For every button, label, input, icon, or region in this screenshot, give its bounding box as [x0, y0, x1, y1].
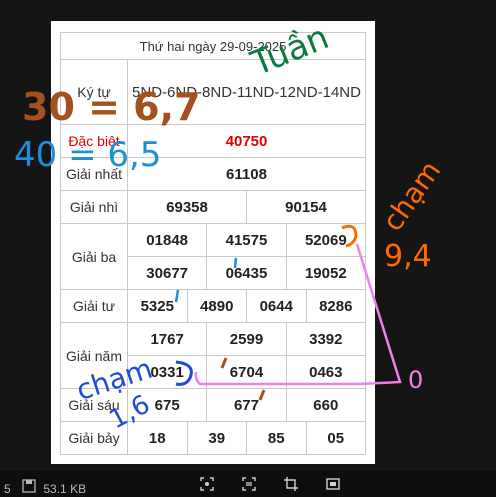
brown-tick-mark — [258, 389, 266, 401]
blue-tick-mark — [233, 257, 238, 269]
handwriting-blue-note: 40 = 6,5 — [14, 135, 161, 175]
file-size: 53.1 KB — [43, 482, 87, 496]
status-number: 5 — [4, 482, 11, 496]
handwriting-orange-nums: 9,4 — [384, 239, 432, 274]
handwriting-tuan: Tuần — [245, 17, 335, 84]
viewer-status-bar: 5 53.1 KB — [0, 471, 496, 497]
screenshot-icon[interactable] — [200, 477, 214, 494]
copy-icon[interactable] — [242, 477, 256, 494]
save-icon[interactable] — [22, 479, 39, 496]
orange-bracket-mark — [341, 224, 358, 248]
handwriting-overlay: Tuần 30 = 6,7 40 = 6,5 chạm 9,4 0 chạm 1… — [14, 17, 448, 435]
fullscreen-icon[interactable] — [326, 477, 340, 494]
crop-icon[interactable] — [284, 477, 298, 494]
pink-connector-line — [194, 243, 402, 386]
status-actions — [200, 477, 340, 494]
handwriting-orange-cham: chạm — [376, 155, 448, 237]
status-left: 5 53.1 KB — [4, 479, 86, 496]
handwriting-brown-note: 30 = 6,7 — [22, 85, 201, 129]
handwriting-pink-zero: 0 — [408, 366, 423, 394]
brown-tick-mark — [220, 357, 228, 369]
blue-tick-mark — [174, 289, 180, 303]
blue-bracket-mark — [175, 360, 193, 386]
